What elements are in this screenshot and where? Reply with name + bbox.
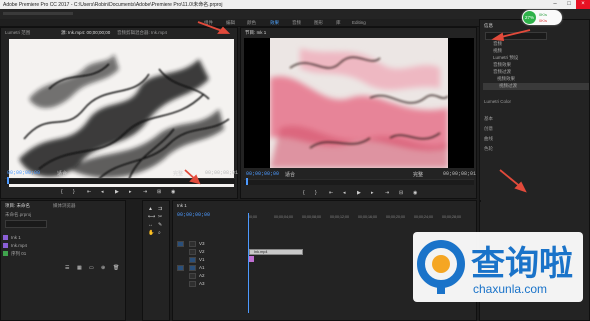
magnifier-logo-icon [417,240,465,294]
watermark: 查询啦 chaxunla.com [413,232,583,302]
arrowhead-2 [491,32,505,42]
watermark-cn: 查询啦 [471,244,573,284]
arrowhead-1 [217,26,231,34]
watermark-en: chaxunla.com [473,282,548,296]
